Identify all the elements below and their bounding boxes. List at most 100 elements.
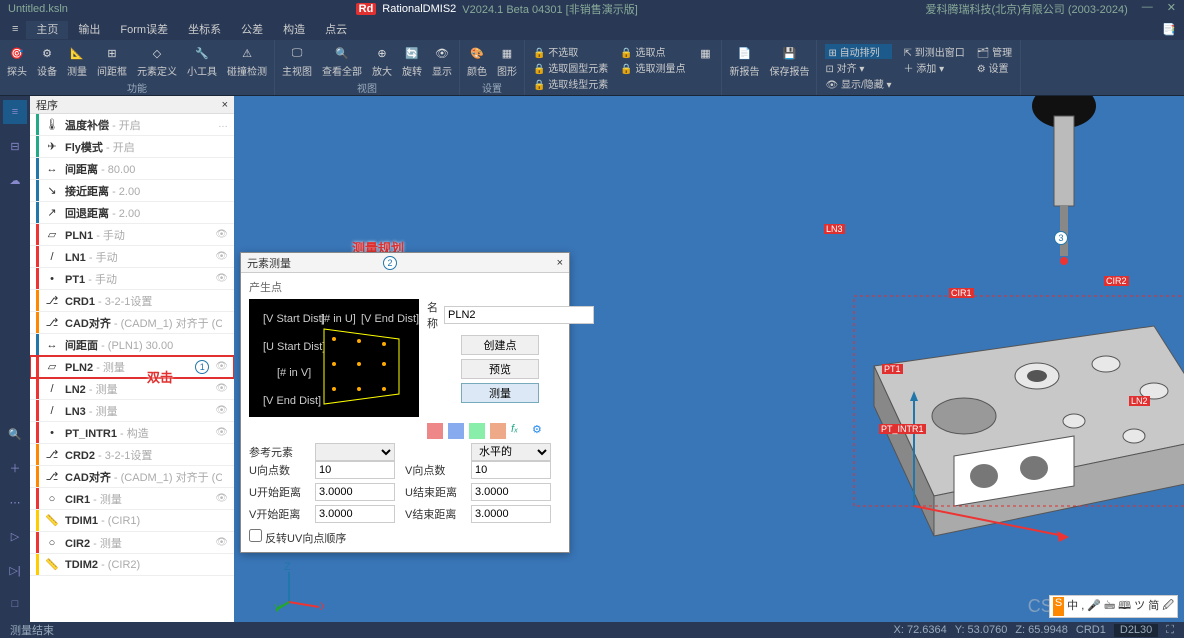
r6-4[interactable]: ＋ 添加 ▾ — [904, 60, 965, 75]
ref-combo[interactable] — [315, 443, 395, 461]
rbtn-显示[interactable]: 👁显示 — [429, 42, 455, 80]
rail-tree-icon[interactable]: ⊟ — [3, 134, 27, 158]
tab-4[interactable]: 公差 — [231, 21, 273, 39]
rbtn-放大[interactable]: ⊕放大 — [369, 42, 395, 80]
orient-combo[interactable]: 水平的 — [471, 443, 551, 461]
prog-item-6[interactable]: /LN1 - 手动👁 — [30, 246, 234, 268]
ti-1[interactable] — [427, 423, 443, 439]
rbtn-设备[interactable]: ⚙设备 — [34, 42, 60, 80]
prog-item-10[interactable]: ↔间距面 - (PLN1) 30.00 — [30, 334, 234, 356]
rbtn-小工具[interactable]: 🔧小工具 — [184, 42, 220, 80]
rbtn-主视图[interactable]: 🖵主视图 — [279, 42, 315, 80]
ti-6[interactable]: ⚙ — [532, 423, 548, 439]
r6-5[interactable]: 🗂 管理 — [977, 44, 1012, 59]
prog-item-16[interactable]: ⎇CAD对齐 - (CADM_1) 对齐于 (CRD2) — [30, 466, 234, 488]
rail-add-icon[interactable]: ＋ — [3, 456, 27, 480]
inp-V结束距离[interactable] — [471, 505, 551, 523]
tab-0[interactable]: 主页 — [26, 21, 68, 39]
prog-item-4[interactable]: ↗回退距离 - 2.00 — [30, 202, 234, 224]
r6-1[interactable]: ⊡ 对齐 ▾ — [825, 60, 891, 75]
rbtn-元素定义[interactable]: ◇元素定义 — [134, 42, 180, 80]
prog-item-8[interactable]: ⎇CRD1 - 3-2-1设置 — [30, 290, 234, 312]
annotation-dblclick: 双击 — [147, 367, 173, 386]
sel-选取线型元素[interactable]: 🔒 选取线型元素 — [533, 76, 608, 91]
select-cad-button[interactable]: ▦ — [693, 42, 717, 64]
tab-6[interactable]: 点云 — [315, 21, 357, 39]
rbtn-查看全部[interactable]: 🔍查看全部 — [319, 42, 365, 80]
prog-item-7[interactable]: •PT1 - 手动👁 — [30, 268, 234, 290]
dialog-close-icon[interactable]: × — [557, 257, 563, 269]
ime-bar[interactable]: S中 , 🎤 🖮 🕮 ツ 简 🖉 — [1049, 595, 1178, 618]
status-z: Z: 65.9948 — [1015, 624, 1068, 637]
status-crd: CRD1 — [1076, 624, 1106, 637]
tab-2[interactable]: Form误差 — [110, 21, 178, 39]
rbtn-保存报告[interactable]: 💾保存报告 — [766, 42, 812, 80]
panel-close-icon[interactable]: × — [222, 99, 228, 111]
prog-item-0[interactable]: 🌡温度补偿 - 开启… — [30, 114, 234, 136]
ti-2[interactable] — [448, 423, 464, 439]
rbtn-颜色[interactable]: 🎨颜色 — [464, 42, 490, 80]
rbtn-探头[interactable]: 🎯探头 — [4, 42, 30, 80]
prog-item-20[interactable]: 📏TDIM2 - (CIR2) — [30, 554, 234, 576]
inp-U向点数[interactable] — [315, 461, 395, 479]
rbtn-图形[interactable]: ▦图形 — [494, 42, 520, 80]
ti-fx[interactable]: fₓ — [511, 423, 527, 439]
inp-U开始距离[interactable] — [315, 483, 395, 501]
name-input[interactable] — [444, 306, 594, 324]
inp-V向点数[interactable] — [471, 461, 551, 479]
r6-2[interactable]: 👁 显示/隐藏 ▾ — [825, 76, 891, 91]
prog-item-17[interactable]: ○CIR1 - 测量👁 — [30, 488, 234, 510]
prog-item-3[interactable]: ↘接近距离 - 2.00 — [30, 180, 234, 202]
rail-search-icon[interactable]: 🔍 — [3, 422, 27, 446]
prog-item-13[interactable]: /LN3 - 测量👁 — [30, 400, 234, 422]
prog-item-18[interactable]: 📏TDIM1 - (CIR1) — [30, 510, 234, 532]
help-icon[interactable]: 📑 — [1162, 23, 1184, 36]
tab-3[interactable]: 坐标系 — [178, 21, 231, 39]
prog-item-12[interactable]: /LN2 - 测量👁 — [30, 378, 234, 400]
minimize-icon[interactable]: — — [1142, 1, 1153, 17]
rail-stop-icon[interactable]: □ — [3, 592, 27, 616]
rbtn-间距框[interactable]: ⊞间距框 — [94, 42, 130, 80]
prog-item-9[interactable]: ⎇CAD对齐 - (CADM_1) 对齐于 (CRD1) — [30, 312, 234, 334]
rbtn-新报告[interactable]: 📄新报告 — [726, 42, 762, 80]
file-name: Untitled.ksln — [8, 3, 68, 15]
create-point-button[interactable]: 创建点 — [461, 335, 539, 355]
hamburger-icon[interactable]: ≡ — [6, 20, 24, 38]
rail-cloud-icon[interactable]: ☁ — [3, 168, 27, 192]
rbtn-旋转[interactable]: 🔄旋转 — [399, 42, 425, 80]
sel-不选取[interactable]: 🔒 不选取 — [533, 44, 608, 59]
close-icon[interactable]: ✕ — [1167, 1, 1176, 17]
prog-item-2[interactable]: ↔间距离 - 80.00 — [30, 158, 234, 180]
inp-U结束距离[interactable] — [471, 483, 551, 501]
rail-step-icon[interactable]: ▷| — [3, 558, 27, 582]
r6-0[interactable]: ⊞ 自动排列 — [825, 44, 891, 59]
rbtn-测量[interactable]: 📐测量 — [64, 42, 90, 80]
status-expand-icon[interactable]: ⛶ — [1166, 624, 1174, 637]
preview-button[interactable]: 预览 — [461, 359, 539, 379]
r6-3[interactable]: ⇱ 到测出窗口 — [904, 44, 965, 59]
rail-dots-icon[interactable]: ⋯ — [3, 490, 27, 514]
sel-选取测量点[interactable]: 🔒 选取测量点 — [620, 60, 685, 75]
measure-button[interactable]: 测量 — [461, 383, 539, 403]
company-label: 爱科腾瑞科技(北京)有限公司 (2003-2024) — [925, 1, 1127, 17]
app-version: V2024.1 Beta 04301 [非销售演示版] — [462, 1, 637, 17]
prog-item-15[interactable]: ⎇CRD2 - 3-2-1设置 — [30, 444, 234, 466]
inp-V开始距离[interactable] — [315, 505, 395, 523]
tab-5[interactable]: 构造 — [273, 21, 315, 39]
rail-list-icon[interactable]: ≡ — [3, 100, 27, 124]
ti-4[interactable] — [490, 423, 506, 439]
rail-play-icon[interactable]: ▷ — [3, 524, 27, 548]
reverse-uv-check[interactable]: 反转UV向点顺序 — [249, 533, 346, 545]
sel-选取圆型元素[interactable]: 🔒 选取圆型元素 — [533, 60, 608, 75]
ti-3[interactable] — [469, 423, 485, 439]
r6-6[interactable]: ⚙ 设置 — [977, 60, 1012, 75]
rbtn-碰撞检测[interactable]: ⚠碰撞检测 — [224, 42, 270, 80]
prog-item-19[interactable]: ○CIR2 - 测量👁 — [30, 532, 234, 554]
prog-item-11[interactable]: ▱PLN2 - 测量1👁 — [30, 356, 234, 378]
sel-选取点[interactable]: 🔒 选取点 — [620, 44, 685, 59]
tab-1[interactable]: 输出 — [68, 21, 110, 39]
prog-item-5[interactable]: ▱PLN1 - 手动👁 — [30, 224, 234, 246]
prog-item-1[interactable]: ✈Fly模式 - 开启 — [30, 136, 234, 158]
prog-item-14[interactable]: •PT_INTR1 - 构造👁 — [30, 422, 234, 444]
tag-ptintr1: PT_INTR1 — [879, 424, 926, 434]
